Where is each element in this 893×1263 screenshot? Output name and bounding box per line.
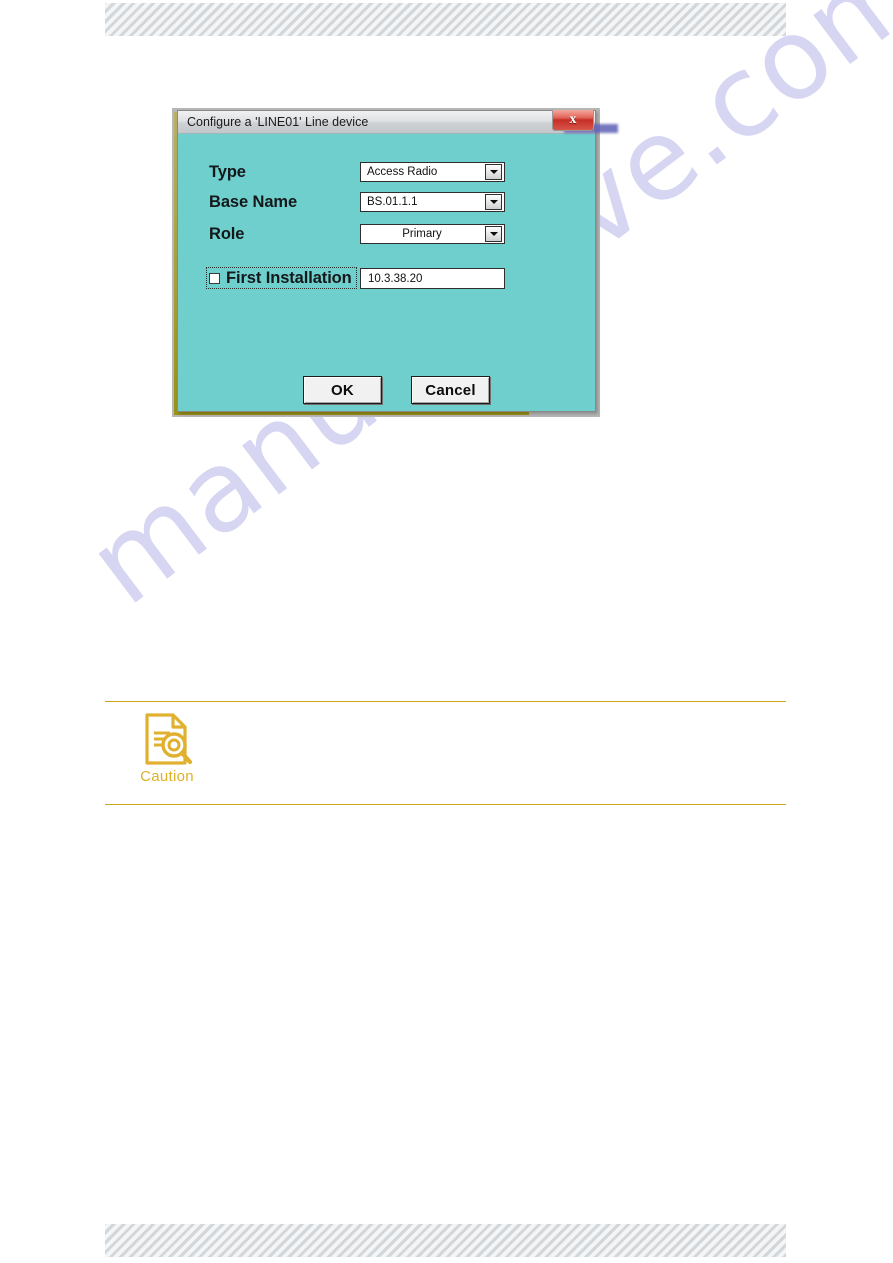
role-combobox-value: Primary bbox=[402, 228, 442, 240]
close-button[interactable]: x bbox=[552, 110, 594, 131]
ok-button[interactable]: OK bbox=[303, 376, 382, 404]
type-combobox[interactable]: Access Radio bbox=[360, 162, 505, 182]
close-icon: x bbox=[569, 112, 577, 127]
cancel-button[interactable]: Cancel bbox=[411, 376, 490, 404]
page-footer-band bbox=[105, 1224, 786, 1257]
caution-band: Caution bbox=[105, 701, 786, 805]
label-type: Type bbox=[209, 163, 246, 181]
chevron-down-icon[interactable] bbox=[485, 226, 502, 242]
page-header-band bbox=[105, 3, 786, 36]
document-magnifier-icon bbox=[145, 713, 193, 765]
role-combobox[interactable]: Primary bbox=[360, 224, 505, 244]
first-installation-checkbox-group[interactable]: First Installation bbox=[206, 267, 357, 289]
caution-label: Caution bbox=[140, 768, 194, 785]
field-row-role: Role Primary bbox=[178, 224, 595, 248]
dialog-title: Configure a 'LINE01' Line device bbox=[187, 115, 369, 129]
configure-line-device-dialog: Configure a 'LINE01' Line device x Type … bbox=[177, 110, 618, 412]
field-row-base-name: Base Name BS.01.1.1 bbox=[178, 192, 595, 216]
base-name-combobox-value: BS.01.1.1 bbox=[367, 196, 418, 208]
base-name-combobox[interactable]: BS.01.1.1 bbox=[360, 192, 505, 212]
label-role: Role bbox=[209, 225, 245, 243]
dialog-body: Type Access Radio Base Name BS.01.1.1 Ro… bbox=[178, 134, 595, 411]
dialog-titlebar[interactable]: Configure a 'LINE01' Line device x bbox=[178, 110, 618, 134]
caution-block: Caution bbox=[125, 712, 209, 785]
type-combobox-value: Access Radio bbox=[367, 166, 438, 178]
first-installation-checkbox[interactable] bbox=[209, 272, 220, 284]
label-base-name: Base Name bbox=[209, 193, 298, 211]
field-row-type: Type Access Radio bbox=[178, 162, 595, 186]
chevron-down-icon[interactable] bbox=[485, 194, 502, 210]
ip-address-input[interactable]: 10.3.38.20 bbox=[360, 268, 505, 289]
chevron-down-icon[interactable] bbox=[485, 164, 502, 180]
first-installation-label: First Installation bbox=[226, 268, 352, 287]
